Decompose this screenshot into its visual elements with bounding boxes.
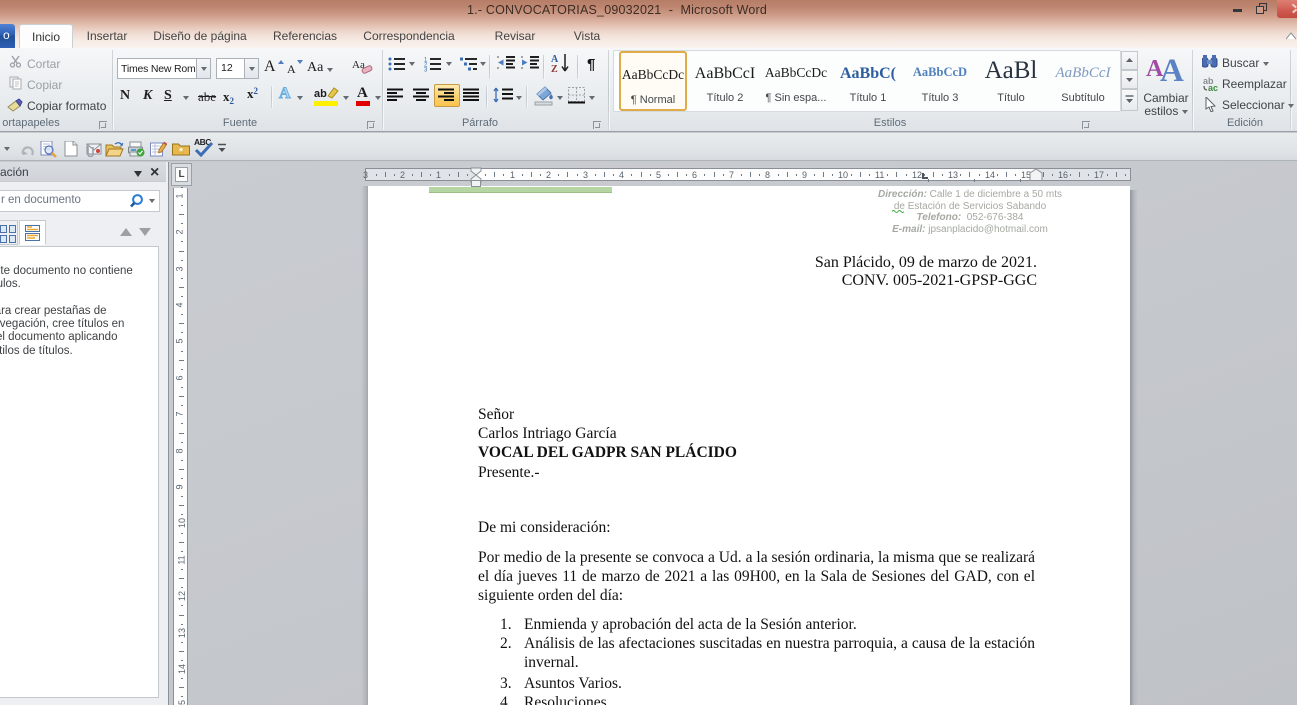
svg-text:Z: Z [551, 64, 558, 74]
svg-text:3: 3 [424, 68, 428, 73]
svg-text:ac: ac [1208, 83, 1218, 92]
svg-text:ab: ab [314, 88, 327, 100]
